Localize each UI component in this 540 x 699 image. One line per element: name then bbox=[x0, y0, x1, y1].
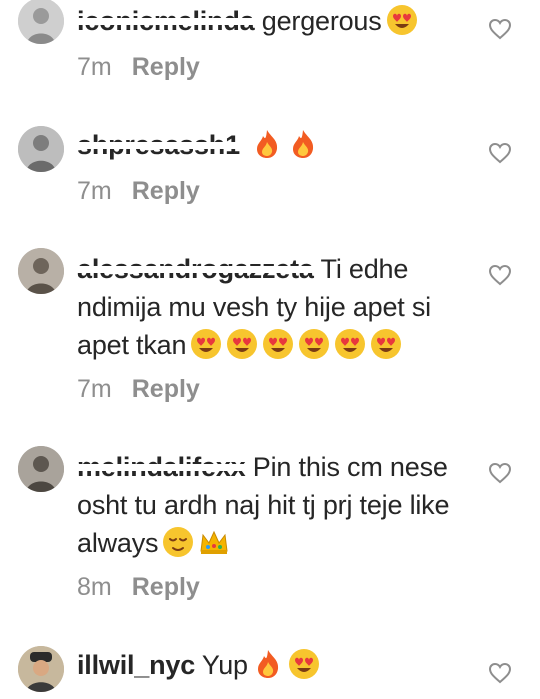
comment-username[interactable]: illwil_nyc bbox=[77, 650, 195, 680]
heart-outline-icon[interactable] bbox=[488, 462, 512, 484]
comment-text: gergerous bbox=[261, 6, 382, 36]
comment-timestamp: 7m bbox=[77, 375, 112, 403]
comment-text: Yup bbox=[201, 650, 248, 680]
reply-button[interactable]: Reply bbox=[132, 53, 200, 81]
comment-timestamp: 7m bbox=[77, 53, 112, 81]
comment-body: alessandrogazzeta Ti edhe ndimija mu ves… bbox=[77, 250, 472, 364]
comment-username[interactable]: shpresassh1 bbox=[77, 130, 240, 160]
comment-meta: 8m Reply bbox=[77, 572, 200, 602]
avatar-icon bbox=[18, 126, 64, 172]
heart-eyes-emoji-icon bbox=[190, 328, 222, 360]
avatar-icon bbox=[18, 646, 64, 692]
heart-eyes-emoji-icon bbox=[334, 328, 366, 360]
fire-emoji-icon bbox=[252, 648, 284, 680]
comment-body: illwil_nyc Yup bbox=[77, 646, 472, 684]
relieved-emoji-icon bbox=[162, 526, 194, 558]
heart-outline-icon[interactable] bbox=[488, 142, 512, 164]
crown-emoji-icon bbox=[198, 526, 230, 558]
heart-eyes-emoji-icon bbox=[298, 328, 330, 360]
comment-body: iconicmelinda gergerous bbox=[77, 2, 472, 40]
reply-button[interactable]: Reply bbox=[132, 375, 200, 403]
comment-body: shpresassh1 bbox=[77, 126, 472, 164]
avatar[interactable] bbox=[18, 126, 64, 172]
heart-eyes-emoji-icon bbox=[386, 4, 418, 36]
reply-button[interactable]: Reply bbox=[132, 573, 200, 601]
comment-username[interactable]: iconicmelinda bbox=[77, 6, 255, 36]
heart-outline-icon[interactable] bbox=[488, 662, 512, 684]
comment-body: melindalifexx Pin this cm nese osht tu a… bbox=[77, 448, 472, 562]
comment-timestamp: 7m bbox=[77, 177, 112, 205]
comment-username[interactable]: melindalifexx bbox=[77, 452, 246, 482]
avatar[interactable] bbox=[18, 446, 64, 492]
comment-meta: 7m Reply bbox=[77, 176, 200, 206]
comment-username[interactable]: alessandrogazzeta bbox=[77, 254, 314, 284]
avatar[interactable] bbox=[18, 646, 64, 692]
comment-timestamp: 8m bbox=[77, 573, 112, 601]
fire-emoji-icon bbox=[287, 128, 319, 160]
comment-meta: 7m Reply bbox=[77, 374, 200, 404]
fire-emoji-icon bbox=[251, 128, 283, 160]
heart-eyes-emoji-icon bbox=[370, 328, 402, 360]
heart-eyes-emoji-icon bbox=[288, 648, 320, 680]
avatar-icon bbox=[18, 0, 64, 44]
avatar-icon bbox=[18, 446, 64, 492]
avatar-icon bbox=[18, 248, 64, 294]
avatar[interactable] bbox=[18, 0, 64, 44]
avatar[interactable] bbox=[18, 248, 64, 294]
heart-outline-icon[interactable] bbox=[488, 18, 512, 40]
comment-meta: 7m Reply bbox=[77, 52, 200, 82]
heart-eyes-emoji-icon bbox=[226, 328, 258, 360]
heart-eyes-emoji-icon bbox=[262, 328, 294, 360]
heart-outline-icon[interactable] bbox=[488, 264, 512, 286]
reply-button[interactable]: Reply bbox=[132, 177, 200, 205]
